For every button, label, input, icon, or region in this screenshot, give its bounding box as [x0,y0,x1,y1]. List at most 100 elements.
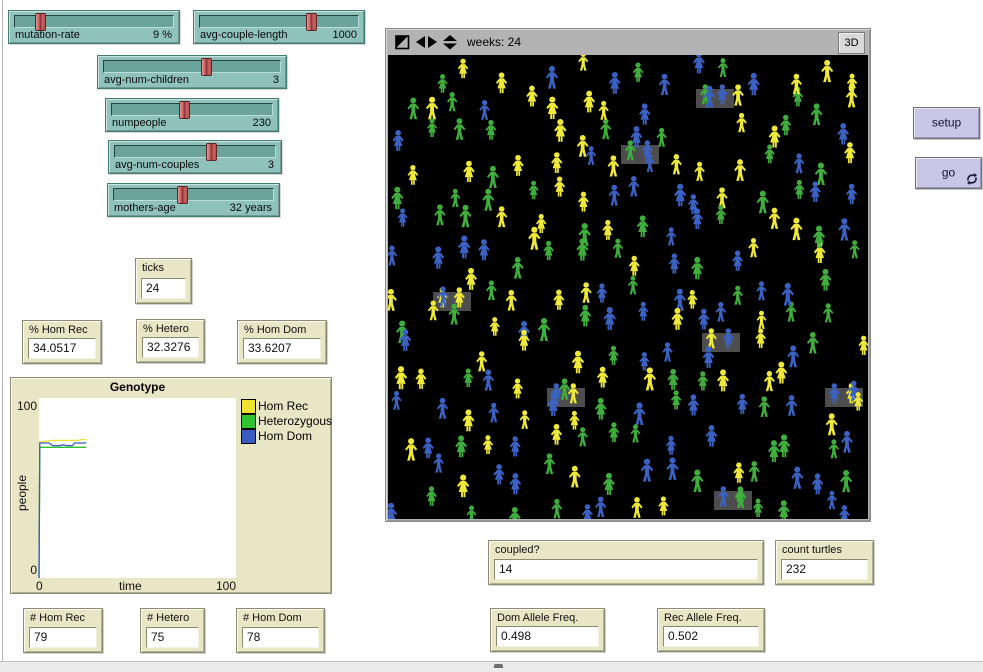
slider-label: avg-num-couples [115,159,199,171]
person-turtle [510,473,522,494]
slider-handle[interactable] [177,186,188,204]
person-turtle [778,434,790,457]
person-turtle [633,63,644,82]
resize-view-icon[interactable] [395,35,410,50]
legend-label: Heterozygous [258,414,332,428]
person-turtle [775,362,787,384]
y-axis-label: people [15,475,29,511]
button-label: setup [914,116,979,130]
person-turtle [434,453,444,472]
person-turtle [608,155,619,176]
person-turtle [698,371,708,390]
person-turtle [398,208,408,226]
slider-mothers-age[interactable]: mothers-age 32 years [107,183,280,217]
monitor-label: count turtles [782,544,842,556]
slider-value: 32 years [230,202,272,214]
person-turtle [815,163,827,185]
go-button[interactable]: go [915,157,982,189]
slider-handle[interactable] [206,143,217,161]
monitor-label: % Hom Dom [244,324,306,336]
monitor-value: 78 [242,627,319,648]
slider-groove[interactable] [103,60,281,73]
slider-avg-couple-length[interactable]: avg-couple-length1000 [193,10,365,44]
monitor-value: 79 [29,627,97,648]
person-turtle [755,329,766,348]
person-turtle [466,505,476,519]
slider-mutation-rate[interactable]: mutation-rate9 % [8,10,180,44]
person-turtle [552,499,563,519]
person-turtle [483,435,493,454]
person-turtle [717,369,729,391]
person-turtle [602,220,613,240]
person-turtle [432,246,444,268]
setup-button[interactable]: setup [913,107,980,139]
slider-handle[interactable] [306,13,317,31]
monitor-count-turtles: count turtles 232 [775,540,874,585]
person-turtle [778,500,790,519]
person-turtle [455,435,467,457]
person-turtle [486,120,497,140]
person-turtle [463,409,475,431]
slider-avg-num-couples[interactable]: avg-num-couples3 [108,140,282,174]
person-turtle [388,503,397,519]
command-center-handle[interactable] [494,664,503,668]
person-turtle [693,55,705,73]
monitor-value: 14 [494,559,758,580]
monitor-value: 232 [781,559,868,580]
person-turtle [578,55,588,71]
person-turtle [827,491,837,509]
person-turtle [579,305,591,327]
person-turtle [496,72,507,93]
slider-groove[interactable] [199,15,359,28]
person-turtle [569,411,579,430]
person-turtle [454,118,466,140]
person-turtle [526,86,537,107]
person-turtle [733,286,743,305]
slider-groove[interactable] [114,145,276,158]
person-turtle [841,431,853,453]
plot-series-hom-dom [39,443,86,578]
person-turtle [609,185,620,206]
person-turtle [674,184,686,207]
slider-groove[interactable] [14,15,174,28]
slider-avg-num-children[interactable]: avg-num-children3 [97,55,287,89]
person-turtle [597,367,608,388]
view-3d-button[interactable]: 3D [838,32,865,54]
person-turtle [423,438,434,459]
monitor-coupled-: coupled?14 [488,540,764,585]
slider-handle[interactable] [201,58,212,76]
person-turtle [672,308,684,330]
person-turtle [716,187,727,208]
person-turtle [794,180,804,199]
person-turtle [662,342,673,361]
vertical-arrows-icon[interactable] [442,35,459,50]
slider-handle[interactable] [179,101,190,119]
person-turtle [395,366,407,389]
monitor-value: 0.498 [496,626,599,647]
person-turtle [512,378,523,398]
person-turtle [457,475,469,498]
person-turtle [733,462,744,482]
world-canvas[interactable] [388,55,868,519]
person-turtle [756,281,766,300]
person-turtle [586,146,596,165]
person-turtle [608,346,618,365]
horizontal-arrows-icon[interactable] [415,35,440,50]
slider-value: 3 [273,74,279,86]
slider-groove[interactable] [111,103,273,116]
person-turtle [528,227,540,250]
command-center-bar[interactable] [0,661,983,672]
person-turtle [392,130,403,151]
person-turtle [578,192,589,212]
legend-label: Hom Dom [258,429,312,443]
slider-numpeople[interactable]: numpeople230 [105,98,279,132]
monitor--hetero: % Hetero32.3276 [136,319,205,363]
monitor-label: % Hetero [143,323,189,335]
slider-label: mothers-age [114,202,176,214]
slider-groove[interactable] [113,188,274,201]
person-turtle [463,368,473,387]
person-turtle [447,92,457,111]
person-turtle [820,269,832,291]
x-tick-min: 0 [36,579,43,593]
person-turtle [458,59,469,79]
